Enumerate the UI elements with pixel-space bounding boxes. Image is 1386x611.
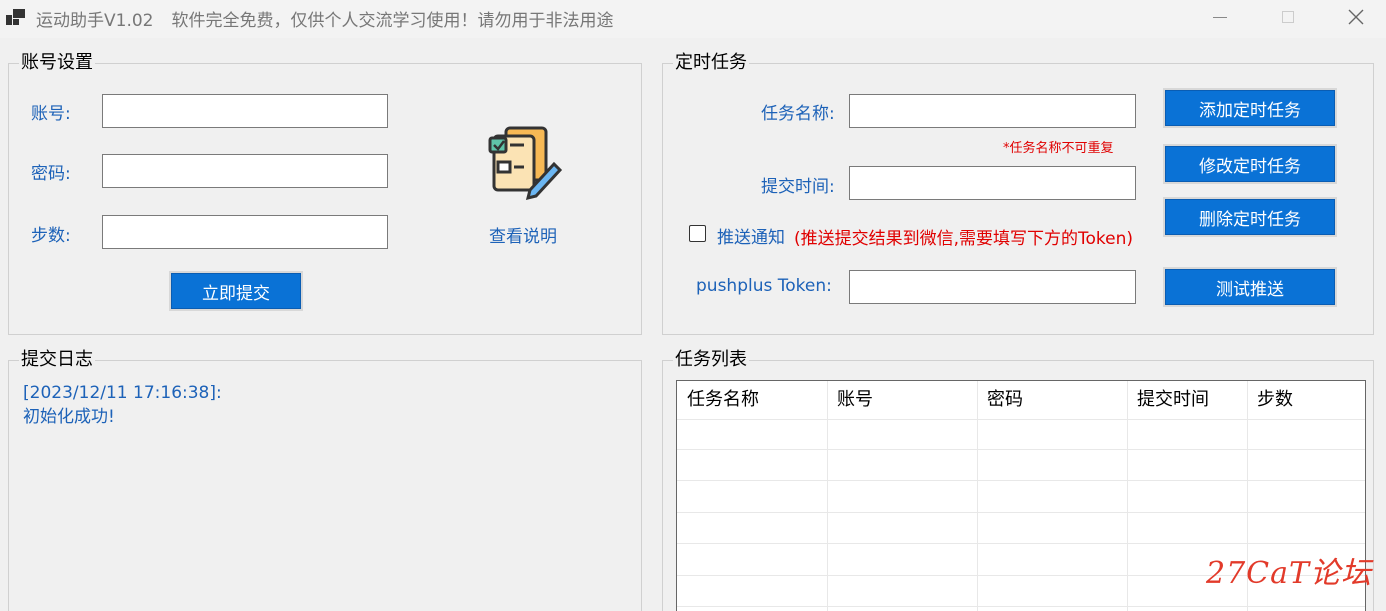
row-divider [677,606,1365,607]
account-settings-title: 账号设置 [19,52,95,74]
column-header-password[interactable]: 密码 [977,381,1023,419]
task-list-title: 任务列表 [673,349,749,371]
column-header-account[interactable]: 账号 [827,381,873,419]
help-link[interactable]: 查看说明 [489,222,557,247]
app-name: 运动助手V1.02 [36,11,154,31]
help-document-icon[interactable] [484,124,566,206]
minimize-icon [1213,16,1227,18]
edit-task-button[interactable]: 修改定时任务 [1165,146,1335,182]
row-divider [677,480,1365,481]
column-divider [977,381,978,611]
log-line: [2023/12/11 17:16:38]: [23,383,222,403]
column-header-submit-time[interactable]: 提交时间 [1127,381,1209,419]
app-icon [6,8,26,26]
delete-task-button[interactable]: 删除定时任务 [1165,199,1335,235]
push-notify-label[interactable]: 推送通知 [717,223,785,248]
maximize-icon [1282,11,1294,23]
log-line: 初始化成功! [23,407,115,427]
maximize-button[interactable] [1254,0,1322,34]
account-label: 账号: [31,104,71,124]
minimize-button[interactable] [1186,0,1254,34]
column-header-steps[interactable]: 步数 [1247,381,1293,419]
watermark-text: 27CaT论坛 [1206,556,1373,591]
submit-button[interactable]: 立即提交 [171,273,301,309]
column-divider [1127,381,1128,611]
timer-task-title: 定时任务 [673,52,749,74]
app-notice: 软件完全免费，仅供个人交流学习使用！请勿用于非法用途 [171,11,614,31]
row-divider [677,419,1365,420]
row-divider [677,449,1365,450]
close-icon [1348,9,1364,25]
task-name-label: 任务名称: [761,104,835,124]
push-notify-checkbox[interactable] [689,225,706,242]
log-title: 提交日志 [19,349,95,371]
test-push-button[interactable]: 测试推送 [1165,269,1335,305]
task-name-input[interactable] [849,94,1136,128]
title-bar: 运动助手V1.02 软件完全免费，仅供个人交流学习使用！请勿用于非法用途 [0,0,1386,38]
log-output: [2023/12/11 17:16:38]: 初始化成功! [23,381,222,429]
row-divider [677,512,1365,513]
column-divider [827,381,828,611]
steps-label: 步数: [31,226,71,246]
close-button[interactable] [1322,0,1386,34]
submit-time-input[interactable] [849,166,1136,200]
submit-time-label: 提交时间: [761,177,835,197]
add-task-button[interactable]: 添加定时任务 [1165,90,1335,126]
account-input[interactable] [102,94,388,128]
push-notify-note: (推送提交结果到微信,需要填写下方的Token) [794,229,1134,249]
window-title: 运动助手V1.02 软件完全免费，仅供个人交流学习使用！请勿用于非法用途 [36,6,613,31]
password-input[interactable] [102,154,388,188]
token-label: pushplus Token: [696,276,832,296]
password-label: 密码: [31,164,71,184]
token-input[interactable] [849,270,1136,304]
task-name-hint: *任务名称不可重复 [1003,141,1114,156]
steps-input[interactable] [102,215,388,249]
column-header-task-name[interactable]: 任务名称 [677,381,759,419]
row-divider [677,543,1365,544]
